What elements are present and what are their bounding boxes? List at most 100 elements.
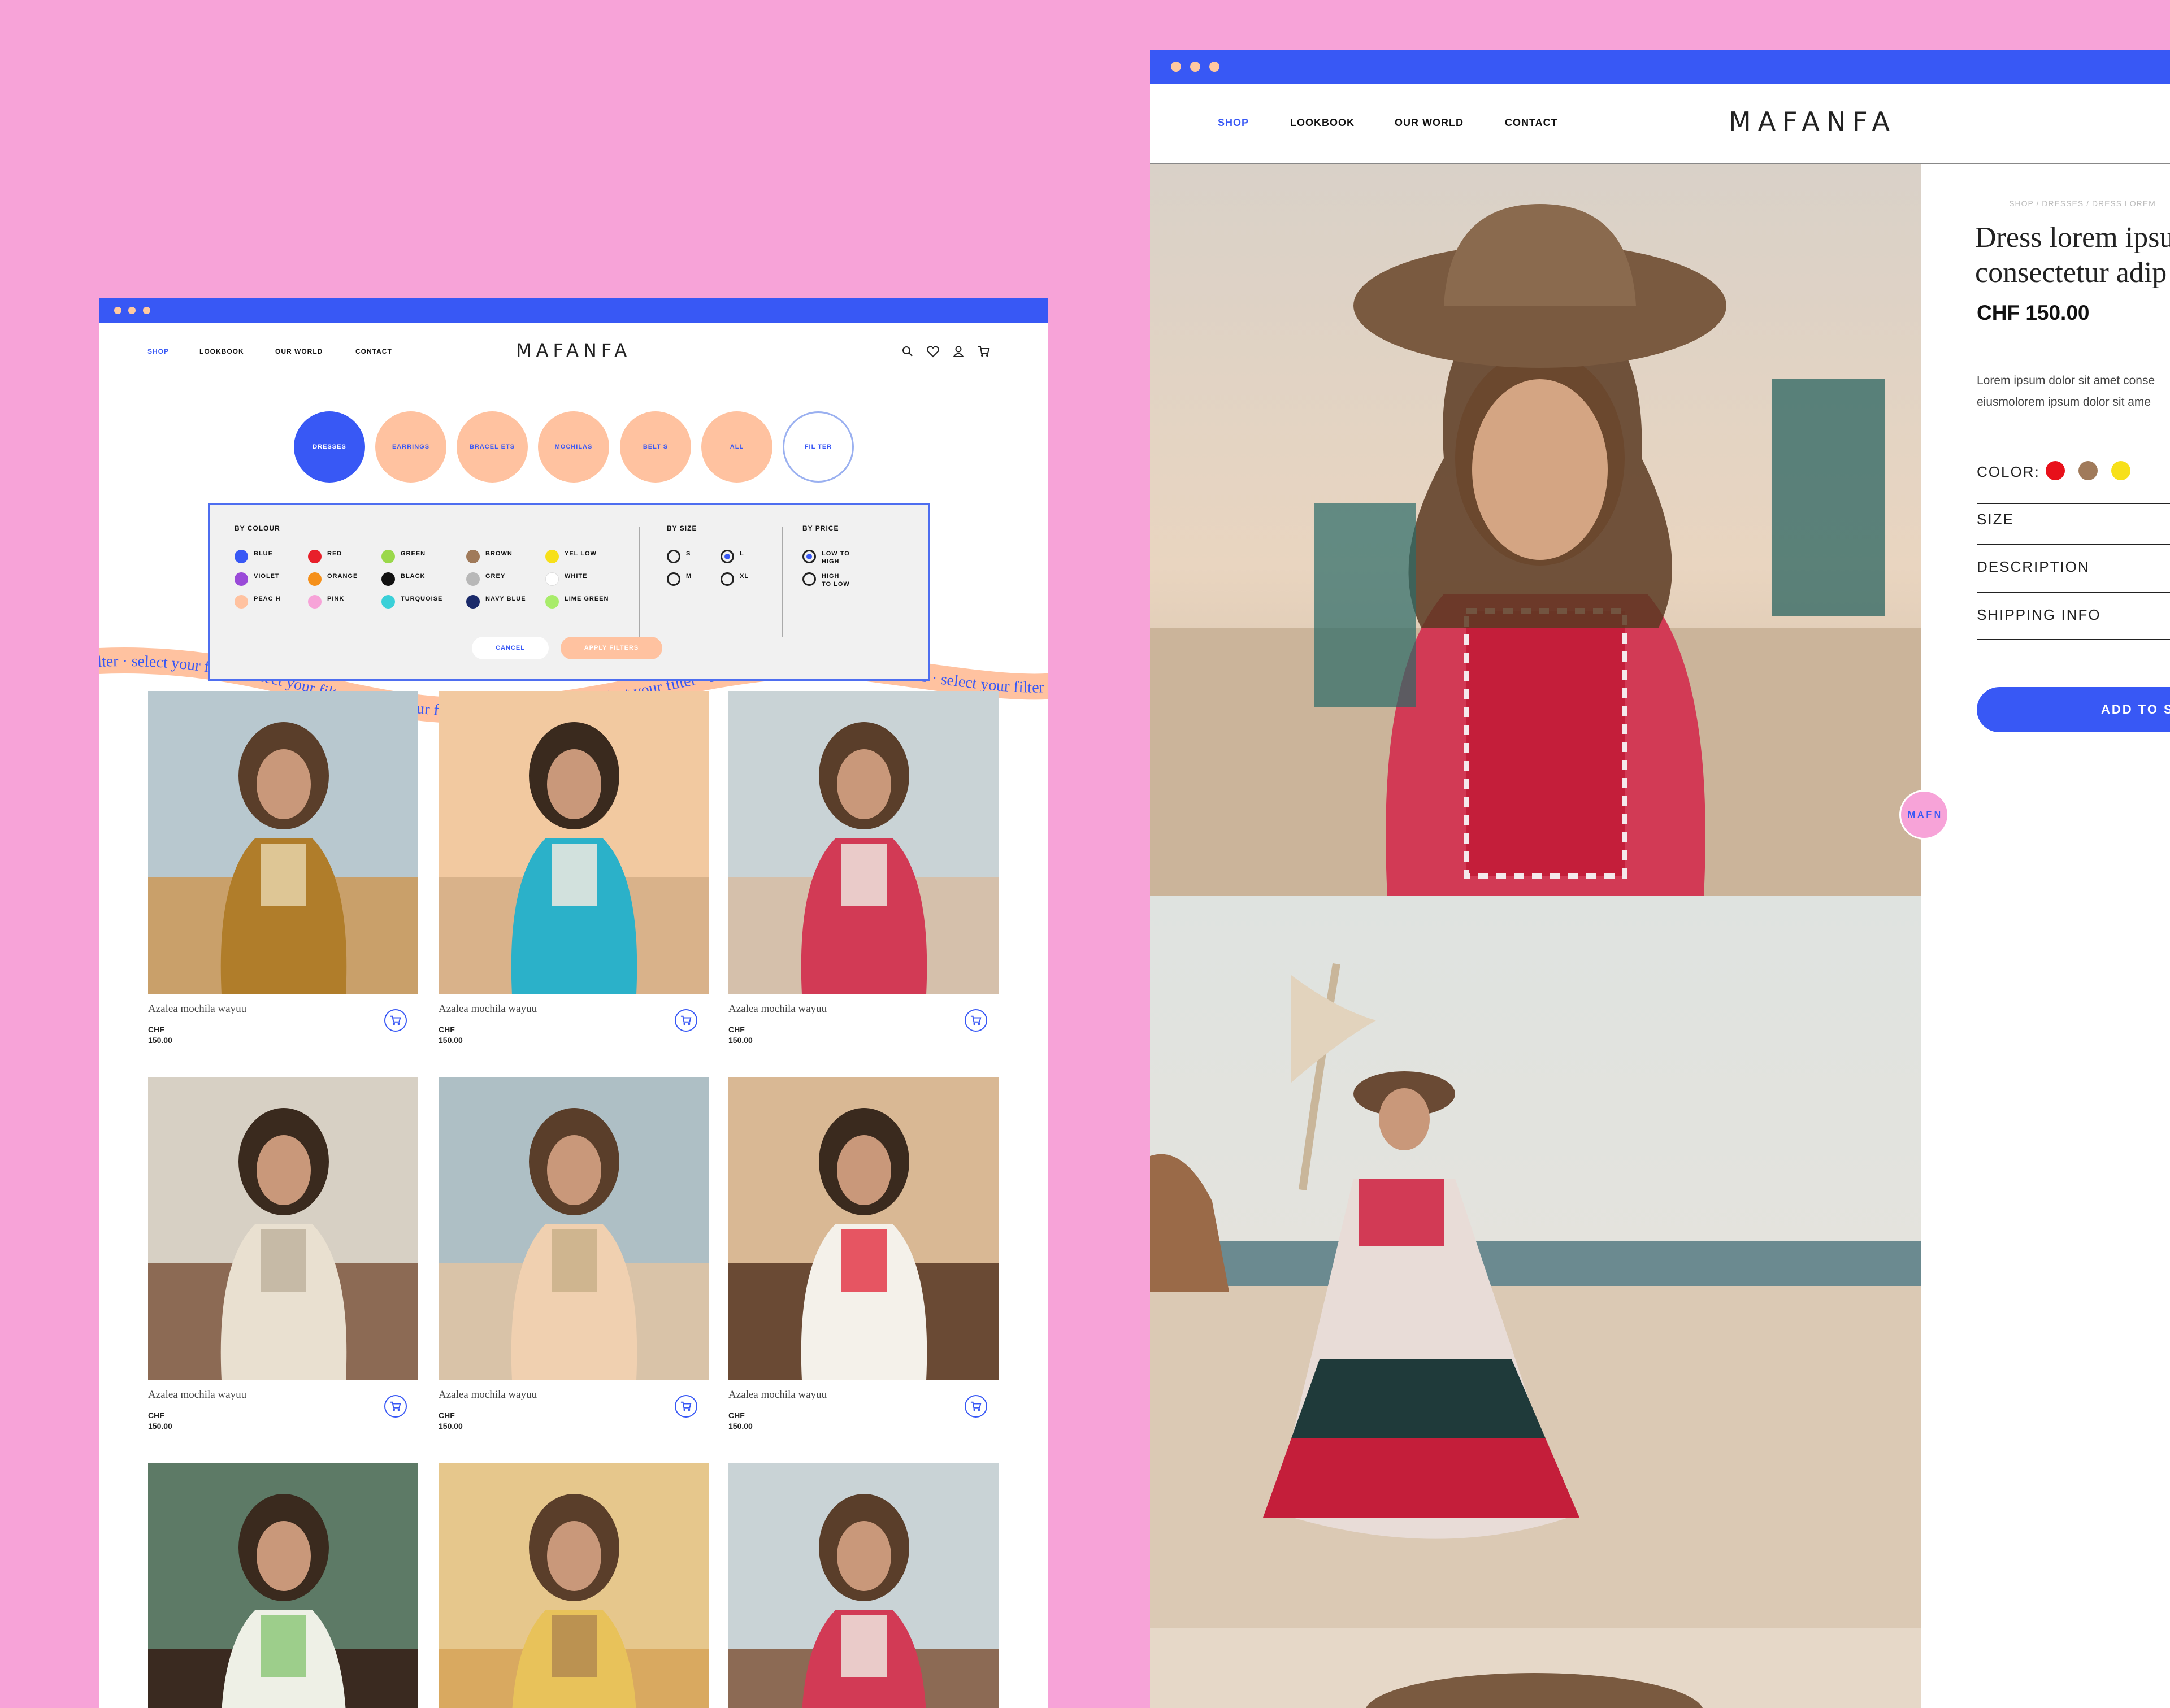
colour-option[interactable]: TURQUOISE [381, 595, 466, 609]
category-all[interactable]: ALL [701, 411, 772, 483]
nav-shop[interactable]: SHOP [147, 347, 169, 355]
product-image[interactable] [728, 1077, 999, 1380]
add-to-cart-icon[interactable] [384, 1009, 407, 1032]
accordion-description[interactable]: DESCRIPTION [1977, 558, 2170, 576]
colour-option[interactable]: GREEN [381, 550, 466, 563]
add-to-cart-icon[interactable] [675, 1395, 697, 1418]
colour-swatch [466, 550, 480, 563]
accordion-size[interactable]: SIZE [1977, 511, 2170, 528]
color-swatch-yellow[interactable] [2111, 461, 2130, 480]
colour-option[interactable]: BLACK [381, 572, 466, 586]
heart-icon[interactable] [926, 345, 940, 358]
colour-option[interactable]: LIME GREEN [545, 595, 630, 609]
product-name[interactable]: Azalea mochila wayuu [728, 1389, 827, 1401]
size-option-label: S [686, 550, 691, 557]
window-dot[interactable] [143, 307, 150, 314]
product-currency: CHF [728, 1025, 745, 1034]
colour-option[interactable]: PINK [308, 595, 393, 609]
window-dot[interactable] [114, 307, 121, 314]
product-image[interactable] [439, 691, 709, 994]
colour-option[interactable]: PEAC H [235, 595, 319, 609]
colour-option[interactable]: VIOLET [235, 572, 319, 586]
colour-option[interactable]: RED [308, 550, 393, 563]
category-belts[interactable]: BELT S [620, 411, 691, 483]
accordion-shipping-info[interactable]: SHIPPING INFO [1977, 606, 2170, 624]
price-option[interactable]: HIGH TO LOW [802, 572, 887, 588]
colour-option[interactable]: NAVY BLUE [466, 595, 551, 609]
price-option[interactable]: LOW TO HIGH [802, 550, 887, 566]
colour-swatch [308, 595, 322, 609]
color-swatch-brown[interactable] [2078, 461, 2098, 480]
user-icon[interactable] [952, 345, 965, 358]
size-option[interactable]: XL [721, 572, 805, 586]
add-to-cart-button[interactable]: ADD TO S [1977, 687, 2170, 732]
product-image[interactable] [148, 1463, 418, 1708]
product-currency: CHF [439, 1025, 455, 1034]
accordion-divider [1977, 639, 2170, 640]
product-image-third[interactable] [1150, 1628, 1921, 1708]
brand-logo[interactable]: MAFANFA [516, 340, 631, 361]
product-name[interactable]: Azalea mochila wayuu [439, 1003, 537, 1015]
cart-icon[interactable] [977, 345, 991, 358]
colour-option[interactable]: WHITE [545, 572, 630, 586]
nav-our-world[interactable]: OUR WORLD [275, 347, 323, 355]
colour-swatch [308, 550, 322, 563]
colour-option-label: WHITE [565, 573, 588, 580]
add-to-cart-icon[interactable] [965, 1009, 987, 1032]
product-image-main[interactable] [1150, 164, 1921, 896]
product-image[interactable] [728, 1463, 999, 1708]
window-dot[interactable] [1171, 62, 1181, 72]
add-to-cart-icon[interactable] [675, 1009, 697, 1032]
search-icon[interactable] [901, 345, 914, 358]
add-to-cart-icon[interactable] [384, 1395, 407, 1418]
colour-swatch [466, 572, 480, 586]
product-name[interactable]: Azalea mochila wayuu [728, 1003, 827, 1015]
nav-contact[interactable]: CONTACT [355, 347, 392, 355]
nav-contact[interactable]: CONTACT [1505, 117, 1558, 129]
category-dresses[interactable]: DRESSES [294, 411, 365, 483]
color-label: COLOR: [1977, 463, 2040, 480]
nav-shop[interactable]: SHOP [1218, 117, 1249, 129]
apply-filters-button[interactable]: APPLY FILTERS [561, 637, 662, 659]
add-to-cart-icon[interactable] [965, 1395, 987, 1418]
filter-button[interactable]: FIL TER [783, 411, 854, 483]
product-name[interactable]: Azalea mochila wayuu [148, 1003, 246, 1015]
colour-option[interactable]: BLUE [235, 550, 319, 563]
colour-option[interactable]: GREY [466, 572, 551, 586]
window-dot[interactable] [1190, 62, 1200, 72]
nav-lookbook[interactable]: LOOKBOOK [1290, 117, 1355, 129]
colour-swatch [235, 595, 248, 609]
product-image[interactable] [439, 1463, 709, 1708]
breadcrumb[interactable]: SHOP / DRESSES / DRESS LOREM [1998, 199, 2167, 208]
size-option[interactable]: L [721, 550, 805, 563]
colour-option[interactable]: ORANGE [308, 572, 393, 586]
category-earrings[interactable]: EARRINGS [375, 411, 446, 483]
nav-lookbook[interactable]: LOOKBOOK [199, 347, 244, 355]
colour-option-label: NAVY BLUE [485, 596, 526, 602]
colour-option[interactable]: BROWN [466, 550, 551, 563]
brand-logo[interactable]: MAFANFA [1729, 106, 1896, 137]
filter-colour-heading: BY COLOUR [235, 524, 280, 532]
product-price: 150.00 [728, 1036, 753, 1045]
cancel-button[interactable]: CANCEL [472, 637, 549, 659]
window-dot[interactable] [1209, 62, 1219, 72]
product-image[interactable] [148, 1077, 418, 1380]
product-title-line2: consectetur adip [1975, 257, 2167, 289]
colour-option[interactable]: YEL LOW [545, 550, 630, 563]
product-image[interactable] [148, 691, 418, 994]
colour-option-label: BROWN [485, 550, 513, 557]
color-swatch-red[interactable] [2046, 461, 2065, 480]
nav-our-world[interactable]: OUR WORLD [1395, 117, 1464, 129]
product-image[interactable] [728, 691, 999, 994]
category-bracelets[interactable]: BRACEL ETS [457, 411, 528, 483]
product-image-secondary[interactable] [1150, 896, 1921, 1628]
accordion-divider [1977, 503, 2170, 504]
product-image[interactable] [439, 1077, 709, 1380]
product-title-line1: Dress lorem ipsu [1975, 221, 2170, 254]
window-dot[interactable] [128, 307, 136, 314]
product-name[interactable]: Azalea mochila wayuu [148, 1389, 246, 1401]
category-mochilas[interactable]: MOCHILAS [538, 411, 609, 483]
colour-swatch [235, 572, 248, 586]
radio-icon [802, 572, 816, 586]
product-name[interactable]: Azalea mochila wayuu [439, 1389, 537, 1401]
